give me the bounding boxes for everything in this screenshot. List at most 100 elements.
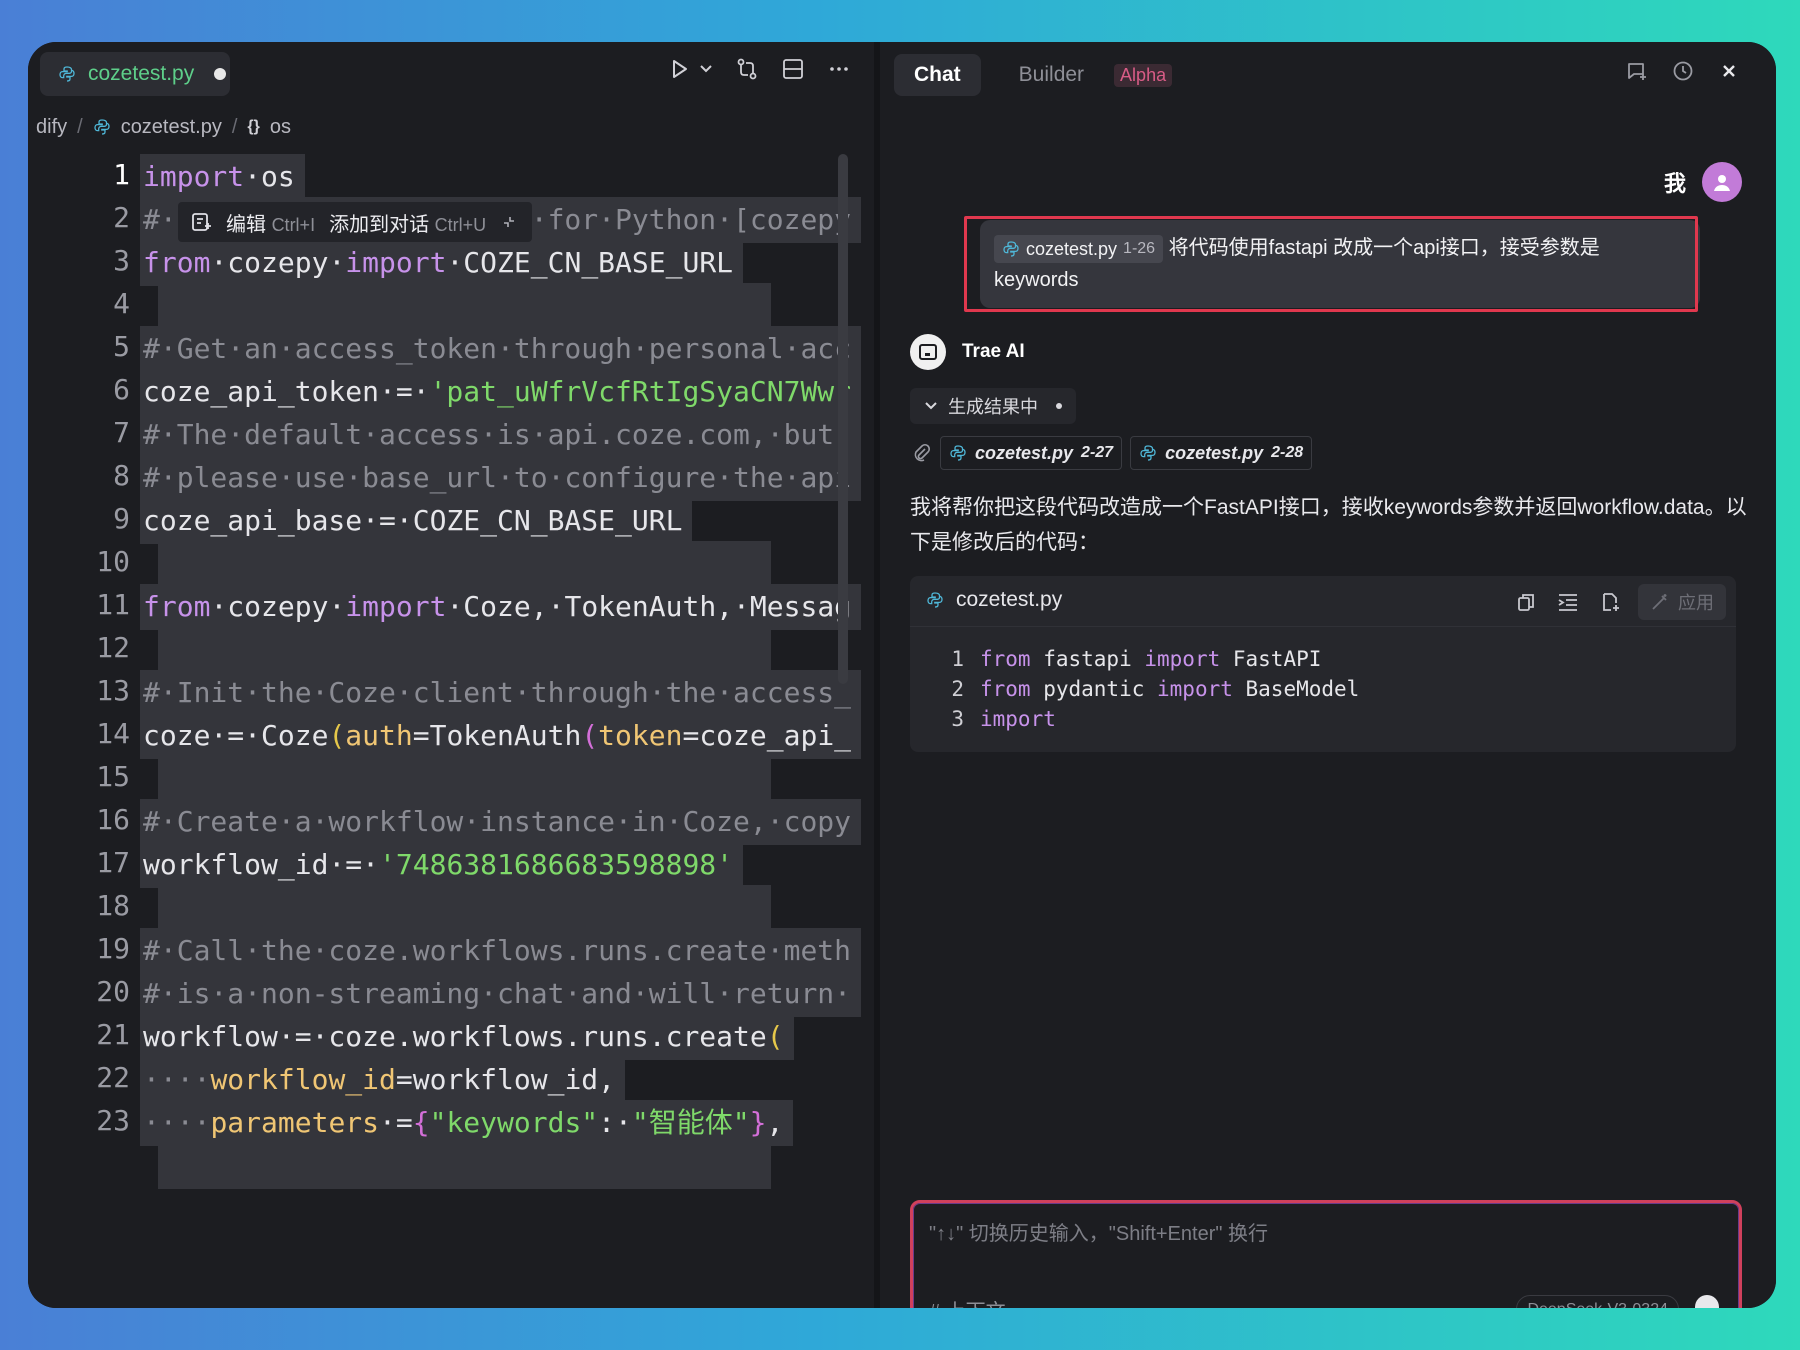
new-chat-icon[interactable] (1624, 58, 1650, 84)
code-line: 5 #·Get·an·access_token·through·personal·… (28, 326, 862, 375)
split-editor-icon[interactable] (780, 56, 806, 82)
code-line: 6 coze_api_token·=·'pat_uWfrVcfRtIgSyaCN7… (28, 369, 862, 418)
more-ellipsis-icon[interactable] (826, 56, 852, 82)
line-number: 5 (113, 330, 130, 363)
line-number: 11 (96, 588, 130, 621)
line-content: ····parameters·={"keywords":·"智能体"}, (140, 1100, 794, 1146)
loading-dot-icon (1056, 403, 1062, 409)
editor-tab-cozetest[interactable]: cozetest.py (40, 52, 230, 96)
new-file-icon[interactable] (1596, 588, 1624, 616)
chat-input-placeholder: "↑↓" 切换历史输入，"Shift+Enter" 换行 (929, 1223, 1269, 1245)
inline-add-to-chat-button[interactable]: 添加到对话 Ctrl+U (329, 208, 486, 237)
line-number: 21 (96, 1018, 130, 1051)
breadcrumb-item-symbol[interactable]: os (270, 116, 291, 139)
code-card-header: cozetest.py 应用 (910, 576, 1736, 627)
line-number: 6 (113, 373, 130, 406)
code-line: 20 #·is·a·non-streaming·chat·and·will·ret… (28, 971, 862, 1020)
python-file-icon (1140, 445, 1156, 461)
app-window: cozetest.py dify / cozetest.py / {} os 1… (28, 42, 1776, 1308)
inline-action-menu: 编辑 Ctrl+I 添加到对话 Ctrl+U (178, 202, 533, 242)
line-number: 20 (96, 975, 130, 1008)
code-line: 14 coze·=·Coze(auth=TokenAuth(token=coze_… (28, 713, 862, 762)
inline-edit-button[interactable]: 编辑 Ctrl+I (226, 208, 315, 237)
history-icon[interactable] (1670, 58, 1696, 84)
line-number: 3 (113, 244, 130, 277)
code-line: 17 workflow_id·=·'7486381686683598898' (28, 842, 858, 891)
code-line: 1 import·os (28, 154, 858, 203)
chevron-down-icon (925, 402, 937, 410)
breadcrumb: dify / cozetest.py / {} os (36, 112, 291, 142)
breadcrumb-item-dify[interactable]: dify (36, 116, 67, 139)
code-line: 23 ····parameters·={"keywords":·"智能体"}, (28, 1100, 858, 1149)
line-content: #·Init·the·Coze·client·through·the·acces… (140, 670, 862, 716)
code-card-line: 3 import (951, 707, 1056, 731)
line-number: 7 (113, 416, 130, 449)
model-selector[interactable]: DeepSeek-V3-0324 (1516, 1295, 1679, 1308)
code-line: 22 ····workflow_id=workflow_id, (28, 1057, 858, 1106)
send-icon[interactable] (1695, 1295, 1719, 1308)
user-label: 我 (1663, 171, 1686, 196)
editor-toolbar (666, 56, 852, 82)
insert-at-cursor-icon[interactable] (1554, 588, 1582, 616)
line-content (158, 283, 771, 329)
line-content (158, 1143, 771, 1189)
context-file-chip[interactable]: cozetest.py 2-27 (940, 436, 1123, 470)
code-line: 3 from·cozepy·import·COZE_CN_BASE_URL (28, 240, 858, 289)
line-content: #·please·use·base_url·to·configure·the·a… (140, 455, 862, 501)
close-icon[interactable] (1716, 58, 1742, 84)
alpha-badge: Alpha (1114, 63, 1173, 87)
python-file-icon (950, 445, 966, 461)
line-content: import·os (140, 154, 305, 200)
annotation-highlight-box (964, 216, 1698, 312)
editor-tab-label: cozetest.py (88, 62, 195, 85)
context-files: cozetest.py 2-27 cozetest.py 2-28 (910, 436, 1313, 470)
line-content: coze·=·Coze(auth=TokenAuth(token=coze_ap… (140, 713, 862, 759)
context-button[interactable]: # 上下文 (929, 1295, 1006, 1308)
apply-button[interactable]: 应用 (1638, 584, 1726, 620)
context-file-chip[interactable]: cozetest.py 2-28 (1130, 436, 1313, 470)
python-file-icon (927, 592, 943, 608)
line-content (158, 627, 771, 673)
code-card-filename: cozetest.py (956, 588, 1063, 611)
code-line: 16 #·Create·a·workflow·instance·in·Coze,·… (28, 799, 862, 848)
code-suggestion-card: cozetest.py 应用 1 from fastapi import Fast… (910, 576, 1736, 752)
tab-chat[interactable]: Chat (894, 54, 981, 96)
generation-status-label: 生成结果中 (948, 397, 1038, 417)
run-options-chevron-down-icon[interactable] (698, 56, 714, 82)
user-avatar (1702, 162, 1742, 202)
line-content (158, 541, 771, 587)
line-number: 12 (96, 631, 130, 664)
line-number: 4 (113, 287, 130, 320)
line-number: 9 (113, 502, 130, 535)
copy-icon[interactable] (1512, 588, 1540, 616)
run-icon[interactable] (666, 56, 692, 82)
module-braces-icon: {} (247, 118, 260, 135)
line-content: #·Create·a·workflow·instance·in·Coze,·co… (140, 799, 862, 845)
breadcrumb-separator: / (231, 115, 238, 138)
editor-scrollbar[interactable] (838, 154, 848, 684)
breadcrumb-item-file[interactable]: cozetest.py (121, 116, 222, 139)
line-number: 17 (96, 846, 130, 879)
code-line: 18 (28, 885, 858, 934)
code-card-body: 1 from fastapi import FastAPI 2 from pydan… (940, 644, 1359, 734)
code-line: 15 (28, 756, 858, 805)
line-content: coze_api_token·=·'pat_uWfrVcfRtIgSyaCN7W… (140, 369, 862, 415)
line-content: from·cozepy·import·COZE_CN_BASE_URL (140, 240, 744, 286)
tab-builder[interactable]: Builder (999, 54, 1104, 96)
line-number: 15 (96, 760, 130, 793)
trae-logo-icon (919, 344, 937, 360)
ai-header: Trae AI (910, 334, 1025, 370)
line-number: 22 (96, 1061, 130, 1094)
generation-status[interactable]: 生成结果中 (910, 388, 1076, 424)
code-area[interactable]: 1import·os 2#·Use·official·coze·sdk·for·… (28, 154, 862, 1308)
chat-input[interactable]: "↑↓" 切换历史输入，"Shift+Enter" 换行 # 上下文 DeepS… (910, 1200, 1742, 1308)
line-number: 13 (96, 674, 130, 707)
edit-icon (192, 213, 211, 231)
code-line: 21 workflow·=·coze.workflows.runs.create( (28, 1014, 858, 1063)
chat-tab-bar: Chat Builder Alpha (894, 54, 1173, 96)
code-line: 11 from·cozepy·import·Coze,·TokenAuth,·Me… (28, 584, 862, 633)
line-content: ····workflow_id=workflow_id, (140, 1057, 626, 1103)
code-line: 10 (28, 541, 858, 590)
collapse-icon[interactable] (500, 213, 518, 231)
source-control-compare-icon[interactable] (734, 56, 760, 82)
